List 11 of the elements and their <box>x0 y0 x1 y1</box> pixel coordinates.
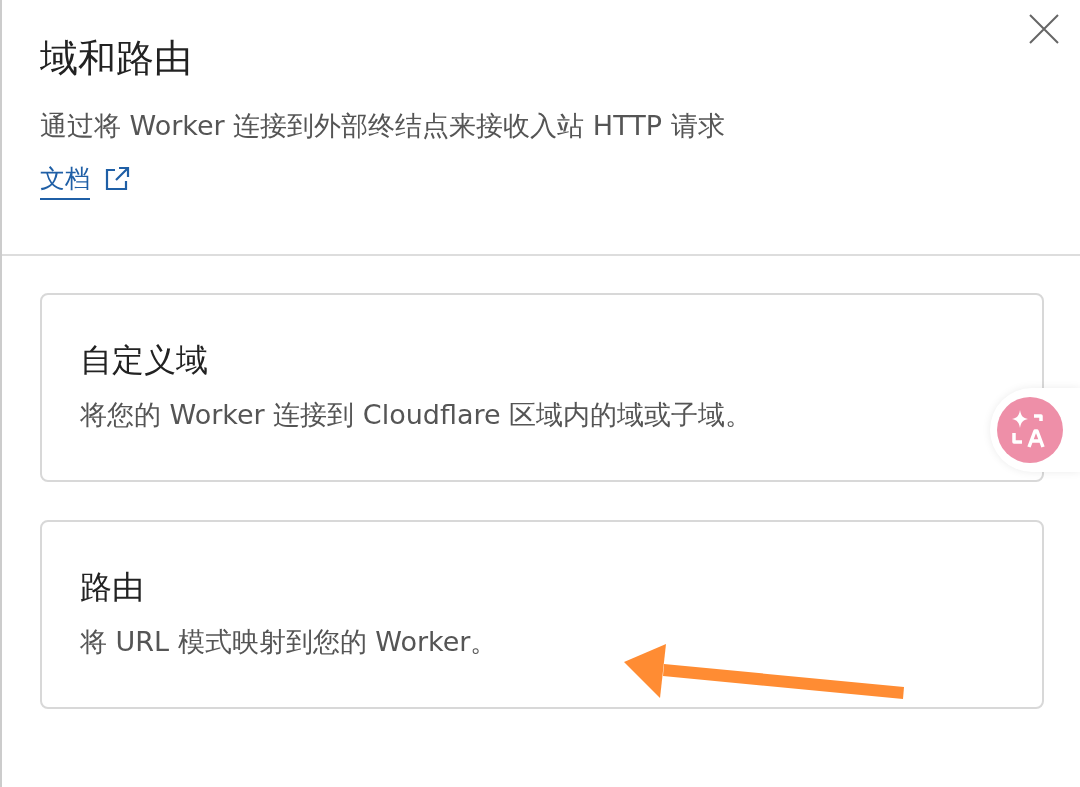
option-description: 将您的 Worker 连接到 Cloudflare 区域内的域或子域。 <box>80 398 754 432</box>
external-link-icon[interactable] <box>104 166 130 192</box>
panel-title: 域和路由 <box>40 35 193 82</box>
option-description: 将 URL 模式映射到您的 Worker。 <box>80 625 499 659</box>
option-title: 自定义域 <box>80 340 209 381</box>
docs-link[interactable]: 文档 <box>40 160 90 200</box>
option-card[interactable]: 自定义域 将您的 Worker 连接到 Cloudflare 区域内的域或子域。 <box>40 293 1044 482</box>
option-card[interactable]: 路由 将 URL 模式映射到您的 Worker。 <box>40 520 1044 709</box>
option-title: 路由 <box>80 567 145 608</box>
close-icon[interactable] <box>1029 14 1059 44</box>
panel-description: 通过将 Worker 连接到外部终结点来接收入站 HTTP 请求 <box>40 109 726 143</box>
